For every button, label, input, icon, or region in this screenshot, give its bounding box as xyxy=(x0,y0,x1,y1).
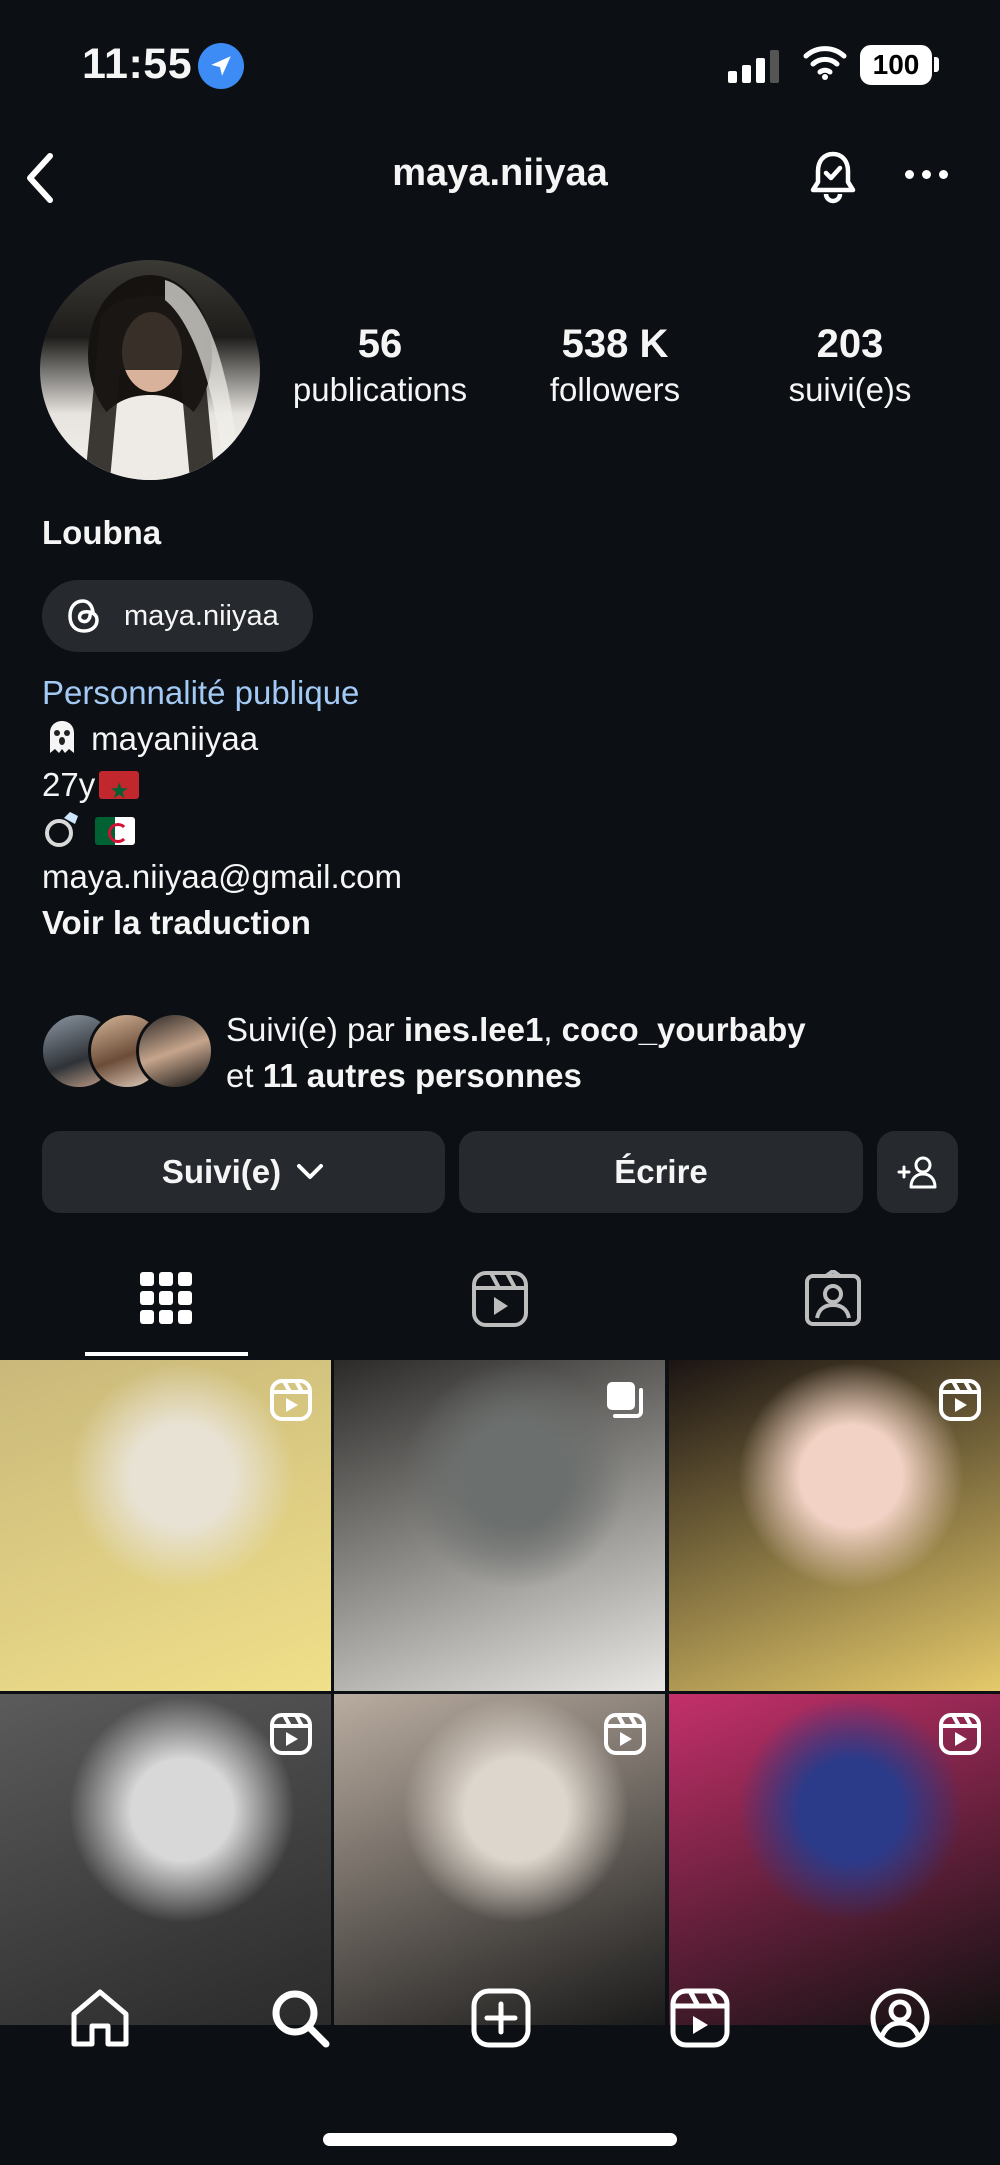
more-options-button[interactable] xyxy=(905,170,948,179)
carousel-badge xyxy=(603,1378,647,1427)
carousel-badge-icon xyxy=(607,1382,643,1418)
stat-value: 203 xyxy=(816,322,884,366)
reel-badge-icon xyxy=(270,1713,312,1755)
cellular-signal-icon xyxy=(728,50,779,83)
mutual-followers-avatars[interactable] xyxy=(40,1012,214,1092)
reels-icon xyxy=(670,1988,730,2048)
grid-post[interactable] xyxy=(334,1694,665,2025)
stat-label: publications xyxy=(292,371,468,408)
stat-following[interactable]: 203 suivi(e)s xyxy=(740,322,960,409)
reel-badge-icon xyxy=(270,1379,312,1421)
morocco-flag-icon xyxy=(99,768,140,814)
reel-badge xyxy=(938,1378,982,1427)
reels-icon xyxy=(472,1271,528,1327)
grid-post[interactable] xyxy=(334,1360,665,1691)
tab-reels[interactable] xyxy=(471,1270,529,1333)
bio-email[interactable]: maya.niiyaa@gmail.com xyxy=(42,854,402,900)
mutual-user-link[interactable]: coco_yourbaby xyxy=(562,1011,806,1048)
stat-followers[interactable]: 538 K followers xyxy=(505,322,725,409)
nav-home[interactable] xyxy=(68,1986,132,2055)
search-icon xyxy=(272,1990,330,2048)
wifi-icon xyxy=(802,44,848,85)
bio-line-snapchat: mayaniiyaa xyxy=(42,716,402,762)
reel-badge xyxy=(603,1712,647,1761)
active-tab-indicator xyxy=(85,1352,248,1356)
grid-post[interactable] xyxy=(0,1694,331,2025)
profile-avatar[interactable] xyxy=(40,260,260,480)
grid-post[interactable] xyxy=(669,1360,1000,1691)
threads-handle: maya.niiyaa xyxy=(124,599,279,632)
reel-badge xyxy=(269,1712,313,1761)
algeria-flag-icon xyxy=(95,817,136,845)
reel-badge-icon xyxy=(939,1379,981,1421)
profile-category[interactable]: Personnalité publique xyxy=(42,670,402,716)
followed-prefix: Suivi(e) par xyxy=(226,1011,404,1048)
message-label: Écrire xyxy=(614,1153,708,1190)
separator: , xyxy=(543,1011,562,1048)
chevron-down-icon xyxy=(297,1164,324,1179)
stat-value: 538 K xyxy=(561,322,669,366)
grid-icon xyxy=(140,1272,192,1324)
nav-create[interactable] xyxy=(469,1986,533,2055)
reel-badge-icon xyxy=(604,1713,646,1755)
nav-search[interactable] xyxy=(268,1986,332,2055)
ring-emoji-icon xyxy=(42,812,91,849)
stat-publications[interactable]: 56 publications xyxy=(270,322,490,409)
profile-bio: Personnalité publique mayaniiyaa 27y may… xyxy=(42,670,402,946)
home-indicator xyxy=(323,2133,677,2146)
bio-line-ring xyxy=(42,808,402,854)
others-count[interactable]: 11 autres personnes xyxy=(263,1057,582,1094)
reel-badge xyxy=(938,1712,982,1761)
following-label: Suivi(e) xyxy=(161,1153,282,1190)
reel-badge-icon xyxy=(939,1713,981,1755)
bio-text: 27y xyxy=(42,766,96,803)
ghost-emoji-icon xyxy=(42,720,91,757)
tagged-person-icon xyxy=(805,1268,861,1326)
nav-reels[interactable] xyxy=(668,1986,732,2055)
avatar xyxy=(136,1012,214,1090)
message-button[interactable]: Écrire xyxy=(459,1131,863,1213)
bell-icon xyxy=(810,151,856,204)
battery-tip xyxy=(934,57,939,72)
more-dots-icon xyxy=(905,170,914,179)
reel-badge xyxy=(269,1378,313,1427)
following-button[interactable]: Suivi(e) xyxy=(42,1131,445,1213)
grid-post[interactable] xyxy=(669,1694,1000,2025)
followed-line2-prefix: et xyxy=(226,1057,263,1094)
stat-value: 56 xyxy=(357,322,403,366)
threads-badge-button[interactable]: maya.niiyaa xyxy=(42,580,313,652)
tab-tagged[interactable] xyxy=(804,1268,862,1333)
threads-icon xyxy=(68,599,99,633)
notifications-button[interactable] xyxy=(803,146,863,211)
add-user-icon xyxy=(897,1156,936,1189)
tab-posts-grid[interactable] xyxy=(138,1270,194,1331)
stat-label: suivi(e)s xyxy=(788,371,912,408)
suggested-users-button[interactable] xyxy=(877,1131,958,1213)
grid-post[interactable] xyxy=(0,1360,331,1691)
mutual-user-link[interactable]: ines.lee1 xyxy=(404,1011,543,1048)
profile-name: Loubna xyxy=(42,514,162,551)
see-translation-link[interactable]: Voir la traduction xyxy=(42,900,402,946)
location-icon xyxy=(198,43,244,89)
battery-indicator: 100 xyxy=(860,45,932,85)
followed-by-text[interactable]: Suivi(e) par ines.lee1, coco_yourbaby et… xyxy=(226,1007,806,1099)
bio-text: mayaniiyaa xyxy=(91,720,259,757)
status-time: 11:55 xyxy=(82,40,193,88)
nav-profile[interactable] xyxy=(868,1986,932,2055)
plus-square-icon xyxy=(471,1988,531,2048)
stat-label: followers xyxy=(549,371,681,408)
bio-line-age: 27y xyxy=(42,762,402,814)
profile-icon xyxy=(870,1988,930,2048)
home-icon xyxy=(71,1989,129,2047)
